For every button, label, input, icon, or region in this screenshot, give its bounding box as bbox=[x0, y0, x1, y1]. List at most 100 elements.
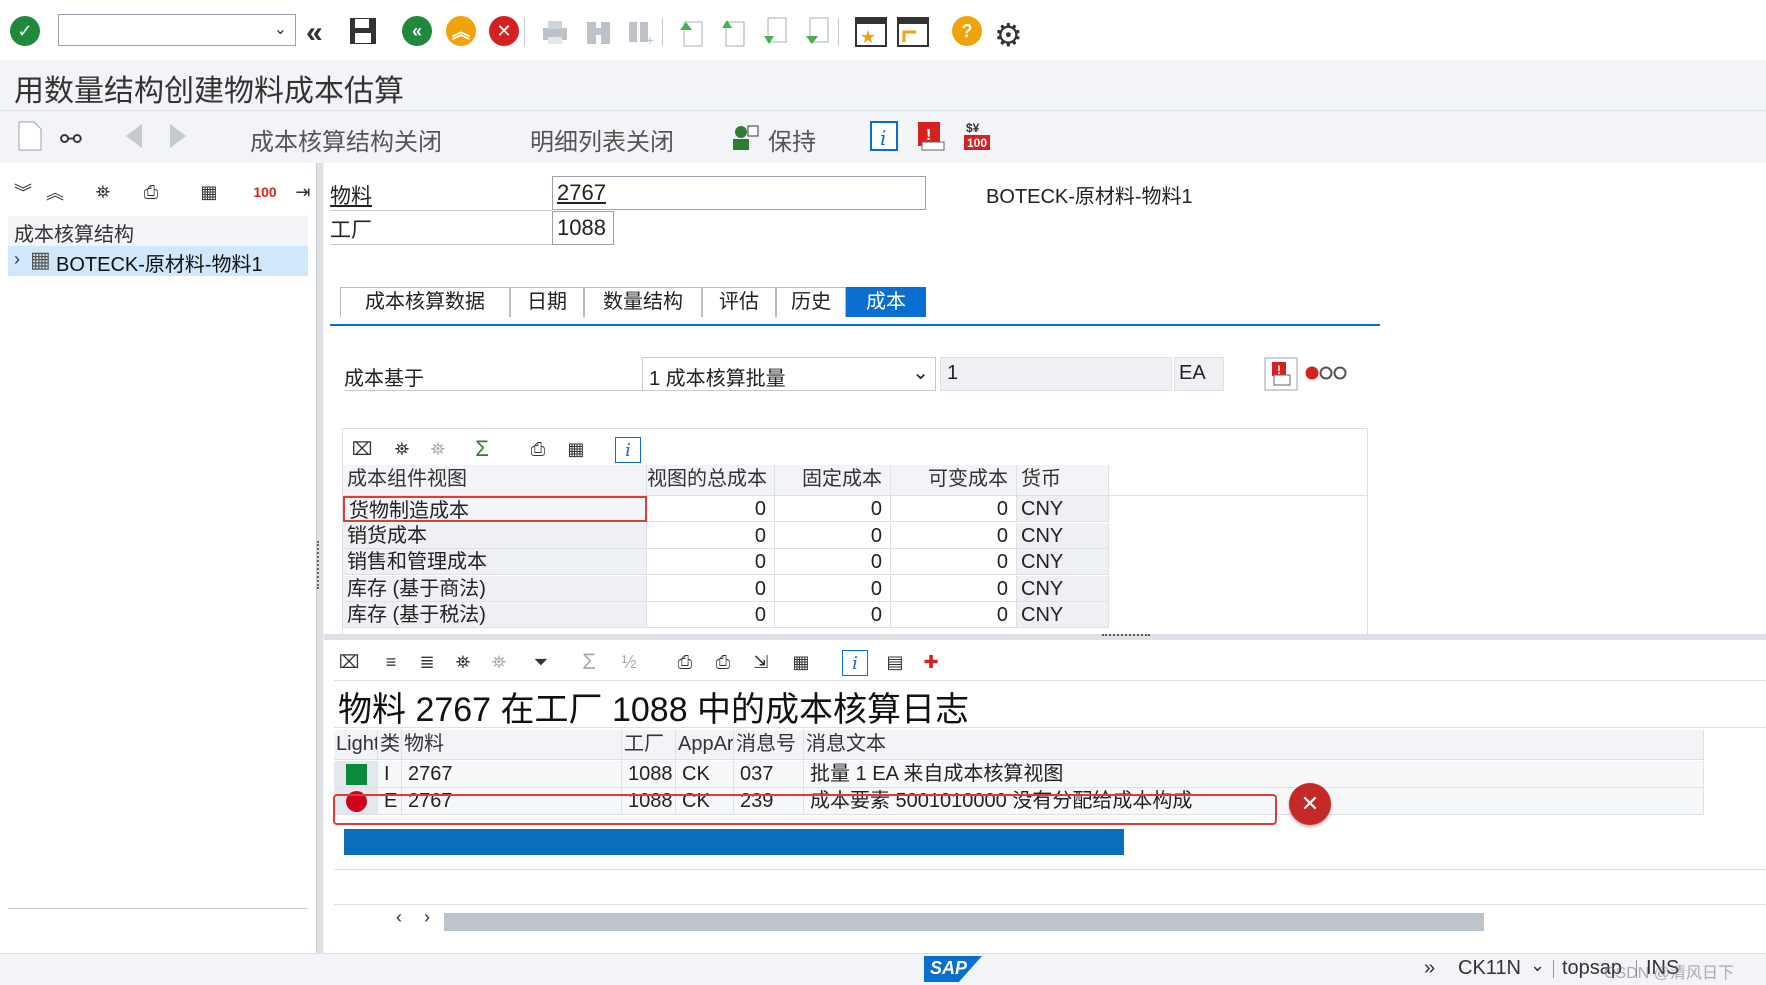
status-chevron[interactable]: » bbox=[1424, 957, 1435, 980]
scroll-thumb[interactable] bbox=[444, 913, 1484, 931]
display-glasses-icon[interactable]: ⚯ bbox=[60, 124, 82, 155]
message-icon[interactable]: ! bbox=[1264, 357, 1298, 391]
find-next-icon[interactable]: ⛯ bbox=[484, 648, 514, 676]
layout-icon[interactable]: ▦ bbox=[194, 178, 224, 206]
save-icon[interactable] bbox=[348, 16, 378, 46]
tree-node[interactable]: › ▦ BOTECK-原材料-物料1 bbox=[8, 246, 308, 276]
next-page-icon[interactable] bbox=[760, 16, 790, 48]
next-arrow-icon[interactable] bbox=[166, 122, 190, 150]
cancel-icon[interactable]: ✕ bbox=[489, 16, 519, 46]
settings-icon[interactable]: ⚙ bbox=[994, 16, 1023, 54]
scroll-left-icon[interactable]: ‹ bbox=[396, 907, 402, 928]
log-header-app-area[interactable]: AppAr bbox=[676, 730, 734, 760]
tab-dates[interactable]: 日期 bbox=[510, 287, 584, 317]
document-icon[interactable]: ▤ bbox=[880, 648, 910, 676]
shortcut-icon[interactable] bbox=[896, 16, 930, 48]
collapse-all-icon[interactable]: ︽ bbox=[40, 178, 70, 206]
tab-valuation[interactable]: 评估 bbox=[702, 287, 776, 317]
new-document-icon[interactable] bbox=[16, 120, 44, 152]
new-window-icon[interactable]: ★ bbox=[854, 16, 888, 48]
chevron-down-icon[interactable]: ⌄ bbox=[274, 19, 287, 39]
lot-size-field[interactable]: 1 bbox=[940, 357, 1172, 391]
sum-icon[interactable]: Σ bbox=[574, 648, 604, 676]
print-icon[interactable]: ⎙ bbox=[136, 178, 166, 206]
column-header-fixed-cost[interactable]: 固定成本 bbox=[775, 465, 891, 495]
find-icon[interactable]: ⛯ bbox=[387, 435, 417, 463]
details-icon[interactable]: ⌧ bbox=[347, 435, 377, 463]
info-icon[interactable]: i bbox=[615, 437, 641, 463]
transaction-code[interactable]: CK11N bbox=[1458, 957, 1521, 980]
tab-quantity-structure[interactable]: 数量结构 bbox=[584, 287, 702, 317]
log-header-material[interactable]: 物料 bbox=[402, 730, 622, 760]
cost-cell-cost-component-view[interactable]: 货物制造成本 bbox=[343, 496, 647, 522]
vertical-splitter[interactable] bbox=[317, 163, 323, 953]
find-icon[interactable]: ⛯ bbox=[448, 648, 478, 676]
details-icon[interactable]: ⌧ bbox=[334, 648, 364, 676]
tab-costs[interactable]: 成本 bbox=[846, 287, 926, 317]
sort-ascending-icon[interactable]: ≡ bbox=[376, 648, 406, 676]
cost-100-icon[interactable]: $¥ 100 bbox=[962, 120, 992, 152]
find-icon[interactable] bbox=[584, 18, 614, 46]
material-field[interactable]: 2767 bbox=[552, 176, 926, 210]
find-next-icon[interactable]: ⛯ bbox=[423, 435, 453, 463]
tab-history[interactable]: 历史 bbox=[776, 287, 846, 317]
info-icon[interactable]: i bbox=[842, 650, 868, 676]
column-header-total-cost[interactable]: 视图的总成本 bbox=[647, 465, 775, 495]
print-preview-icon[interactable]: ⎙ bbox=[523, 435, 553, 463]
watermark: CSDN @清风日下 bbox=[1604, 965, 1735, 982]
print-preview-icon[interactable]: ⎙ bbox=[708, 648, 738, 676]
prev-page-icon[interactable] bbox=[718, 16, 748, 48]
column-header-variable-cost[interactable]: 可变成本 bbox=[891, 465, 1017, 495]
command-field[interactable]: ⌄ bbox=[58, 14, 296, 46]
chevron-right-icon[interactable]: › bbox=[14, 249, 20, 270]
log-header-message-number[interactable]: 消息号 bbox=[734, 730, 804, 760]
column-header-cost-component-view[interactable]: 成本组件视图 bbox=[343, 465, 647, 495]
cost-cell-cost-component-view[interactable]: 销售和管理成本 bbox=[343, 549, 647, 575]
column-header-currency[interactable]: 货币 bbox=[1017, 465, 1109, 495]
subtotal-icon[interactable]: ½ bbox=[614, 648, 644, 676]
last-page-icon[interactable] bbox=[802, 16, 832, 48]
print-icon[interactable] bbox=[540, 18, 570, 46]
log-header-type[interactable]: 类 bbox=[378, 730, 402, 760]
log-header-light[interactable]: Light bbox=[334, 730, 378, 760]
scroll-right-icon[interactable]: › bbox=[424, 907, 430, 928]
sum-icon[interactable]: Σ bbox=[467, 435, 497, 463]
back-double-icon[interactable]: « bbox=[306, 16, 323, 50]
keep-icon[interactable] bbox=[730, 122, 760, 152]
cost-cell-cost-component-view[interactable]: 销货成本 bbox=[343, 522, 647, 549]
log-scrollbar[interactable]: ‹ › bbox=[334, 904, 1766, 933]
expand-all-icon[interactable]: ︾ bbox=[8, 178, 38, 206]
print-icon[interactable]: ⎙ bbox=[670, 648, 700, 676]
column-icon[interactable]: ⇥ bbox=[288, 178, 318, 206]
previous-arrow-icon[interactable] bbox=[122, 122, 146, 150]
cost-cell-cost-component-view[interactable]: 库存 (基于税法) bbox=[343, 602, 647, 628]
find-icon[interactable]: ⛯ bbox=[88, 178, 118, 206]
find-next-icon[interactable]: + bbox=[626, 18, 656, 46]
costing-structure-off-button[interactable]: 成本核算结构关闭 bbox=[250, 122, 442, 157]
keep-button[interactable]: 保持 bbox=[768, 122, 816, 157]
message-icon[interactable]: ! bbox=[916, 120, 946, 152]
log-header-plant[interactable]: 工厂 bbox=[622, 730, 676, 760]
technical-info-icon[interactable]: ✚ bbox=[916, 648, 946, 676]
itemization-off-button[interactable]: 明细列表关闭 bbox=[530, 122, 674, 157]
chevron-down-icon[interactable]: ⌄ bbox=[1530, 955, 1545, 976]
sort-descending-icon[interactable]: ≣ bbox=[412, 648, 442, 676]
layout-icon[interactable]: ▦ bbox=[786, 648, 816, 676]
first-page-icon[interactable] bbox=[676, 16, 706, 48]
help-icon[interactable]: ? bbox=[952, 16, 982, 46]
plant-field[interactable]: 1088 bbox=[552, 211, 614, 245]
back-icon[interactable]: « bbox=[402, 16, 432, 46]
layout-icon[interactable]: ▦ bbox=[561, 435, 591, 463]
cost-100-icon[interactable]: 100 bbox=[250, 178, 280, 206]
cost-base-select[interactable]: 1 成本核算批量 ⌄ bbox=[642, 357, 936, 391]
exit-icon[interactable]: ︽ bbox=[446, 16, 476, 46]
info-icon[interactable]: i bbox=[870, 121, 898, 151]
filter-icon[interactable]: ⏷ bbox=[526, 648, 556, 676]
tab-costing-data[interactable]: 成本核算数据 bbox=[340, 287, 510, 317]
log-header-message-text[interactable]: 消息文本 bbox=[804, 730, 1704, 760]
export-icon[interactable]: ⇲ bbox=[746, 648, 776, 676]
check-icon[interactable]: ✓ bbox=[10, 16, 40, 46]
unit-field[interactable]: EA bbox=[1174, 357, 1224, 391]
chevron-down-icon[interactable]: ⌄ bbox=[912, 360, 929, 385]
cost-cell-cost-component-view[interactable]: 库存 (基于商法) bbox=[343, 575, 647, 602]
